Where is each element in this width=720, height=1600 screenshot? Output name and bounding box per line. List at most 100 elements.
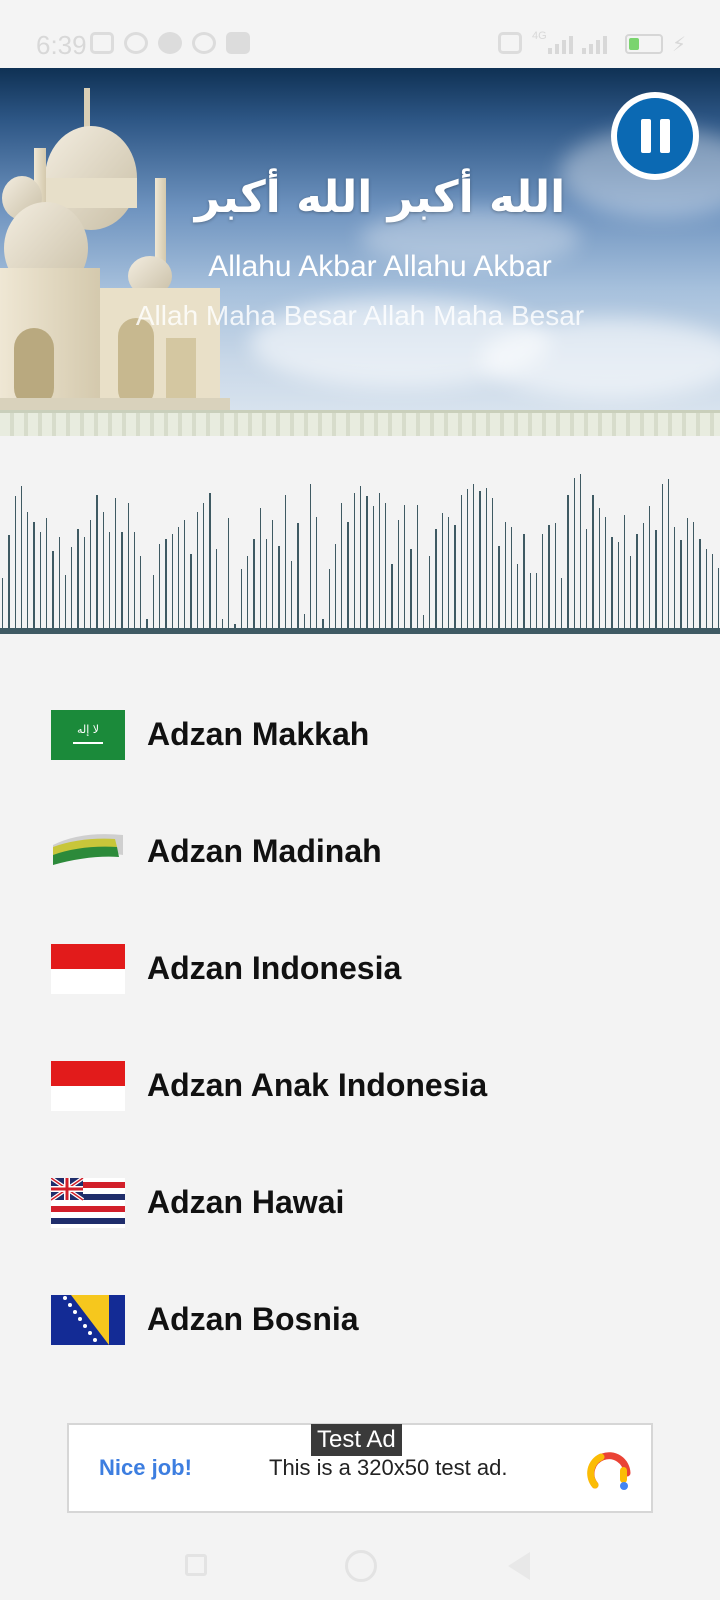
visualizer-bar bbox=[598, 508, 600, 634]
visualizer-bar bbox=[573, 478, 575, 634]
visualizer-bar bbox=[680, 540, 682, 634]
list-item-adzan-madinah[interactable]: Adzan Madinah bbox=[0, 787, 720, 904]
indonesia-flag-icon bbox=[51, 944, 125, 994]
visualizer-bar bbox=[567, 495, 569, 634]
svg-text:لا إله: لا إله bbox=[77, 723, 99, 736]
pause-icon bbox=[617, 98, 693, 174]
pause-button[interactable] bbox=[611, 92, 699, 180]
visualizer-bar bbox=[429, 556, 431, 634]
visualizer-bar bbox=[14, 496, 16, 634]
recent-apps-button[interactable] bbox=[185, 1554, 207, 1576]
visualizer-bar bbox=[177, 527, 180, 634]
visualizer-bar bbox=[2, 578, 4, 634]
list-item-label: Adzan Indonesia bbox=[147, 950, 402, 986]
list-item-label: Adzan Hawai bbox=[147, 1184, 345, 1220]
visualizer-bar bbox=[265, 539, 268, 634]
visualizer-bar bbox=[561, 578, 563, 634]
visualizer-bar bbox=[435, 529, 437, 634]
nfc-off-icon bbox=[90, 32, 114, 54]
visualizer-bar bbox=[441, 513, 443, 634]
visualizer-bar bbox=[316, 517, 318, 634]
visualizer-bar bbox=[510, 527, 513, 634]
back-button[interactable] bbox=[508, 1552, 530, 1580]
visualizer-bar bbox=[353, 493, 356, 634]
visualizer-bar bbox=[259, 508, 261, 634]
list-item-adzan-bosnia[interactable]: Adzan Bosnia bbox=[0, 1255, 720, 1372]
visualizer-bar bbox=[127, 503, 129, 634]
list-item-adzan-anak-indonesia[interactable]: Adzan Anak Indonesia bbox=[0, 1021, 720, 1138]
visualizer-bar bbox=[498, 546, 500, 634]
visualizer-bar bbox=[27, 512, 29, 634]
visualizer-bar bbox=[328, 569, 330, 634]
visualizer-bar bbox=[636, 534, 638, 634]
list-item-label: Adzan Anak Indonesia bbox=[147, 1067, 488, 1103]
visualizer-baseline bbox=[0, 628, 720, 634]
visualizer-bar bbox=[190, 554, 192, 634]
visualizer-bar bbox=[592, 495, 594, 634]
visualizer-bar bbox=[209, 493, 211, 634]
visualizer-bar bbox=[290, 561, 293, 634]
hawaii-flag-icon bbox=[51, 1178, 125, 1228]
visualizer-bar bbox=[454, 525, 456, 634]
visualizer-bar bbox=[523, 534, 525, 634]
signal-icon bbox=[548, 34, 573, 54]
visualizer-bar bbox=[378, 493, 381, 634]
visualizer-bar bbox=[416, 505, 418, 634]
whatsapp-icon bbox=[192, 32, 216, 54]
visualizer-bar bbox=[535, 573, 538, 634]
charging-icon: ⚡ bbox=[672, 34, 687, 56]
visualizer-bar bbox=[71, 547, 73, 634]
visualizer-bar bbox=[366, 496, 368, 634]
visualizer-bar bbox=[611, 537, 613, 634]
visualizer-bar bbox=[586, 529, 588, 634]
visualizer-bar bbox=[20, 486, 23, 634]
app-icon bbox=[158, 32, 182, 54]
visualizer-bar bbox=[661, 484, 663, 634]
battery-icon bbox=[625, 34, 663, 54]
visualizer-bar bbox=[341, 503, 343, 634]
visualizer-bar bbox=[8, 535, 10, 634]
visualizer-bar bbox=[385, 503, 387, 634]
visualizer-bar bbox=[96, 495, 98, 634]
list-item-label: Adzan Bosnia bbox=[147, 1301, 359, 1337]
visualizer-bar bbox=[466, 489, 469, 634]
indonesia-flag-icon bbox=[51, 1061, 125, 1111]
visualizer-bar bbox=[617, 542, 619, 634]
visualizer-bar bbox=[460, 495, 462, 634]
visualizer-bar bbox=[102, 512, 104, 634]
banner-ground bbox=[0, 410, 720, 436]
visualizer-bar bbox=[705, 549, 707, 634]
status-time: 6:39 bbox=[36, 30, 87, 60]
visualizer-bar bbox=[115, 498, 117, 634]
visualizer-bar bbox=[272, 520, 274, 634]
mosque-illustration bbox=[0, 88, 230, 413]
visualizer-bar bbox=[83, 537, 85, 634]
visualizer-bar bbox=[447, 517, 450, 634]
visualizer-bar bbox=[309, 484, 312, 634]
visualizer-bar bbox=[203, 503, 205, 634]
arabic-takbir-text: الله أكبر الله أكبر bbox=[194, 172, 566, 223]
home-button[interactable] bbox=[345, 1550, 377, 1582]
list-item-adzan-makkah[interactable]: لا إله Adzan Makkah bbox=[0, 670, 720, 787]
latin-takbir-text: Allahu Akbar Allahu Akbar bbox=[208, 250, 552, 283]
list-item-label: Adzan Madinah bbox=[147, 833, 382, 869]
visualizer-bar bbox=[529, 573, 531, 634]
ad-nice-text: Nice job! bbox=[99, 1455, 192, 1480]
visualizer-bar bbox=[473, 484, 475, 634]
visualizer-bar bbox=[479, 491, 481, 634]
visualizer-bar bbox=[630, 556, 632, 634]
visualizer-bar bbox=[711, 554, 714, 634]
list-item-adzan-hawai[interactable]: Adzan Hawai bbox=[0, 1138, 720, 1255]
visualizer-bar bbox=[33, 522, 35, 634]
visualizer-bar bbox=[196, 512, 198, 634]
alarm-icon bbox=[124, 32, 148, 54]
navigation-bar bbox=[0, 1540, 720, 1600]
visualizer-bar bbox=[297, 523, 299, 634]
visualizer-bar bbox=[52, 551, 54, 634]
visualizer-bar bbox=[228, 518, 230, 634]
list-item-adzan-indonesia[interactable]: Adzan Indonesia bbox=[0, 904, 720, 1021]
visualizer-bar bbox=[491, 498, 494, 634]
visualizer-bar bbox=[554, 523, 557, 634]
visualizer-bar bbox=[642, 523, 644, 634]
visualizer-bar bbox=[159, 544, 161, 634]
